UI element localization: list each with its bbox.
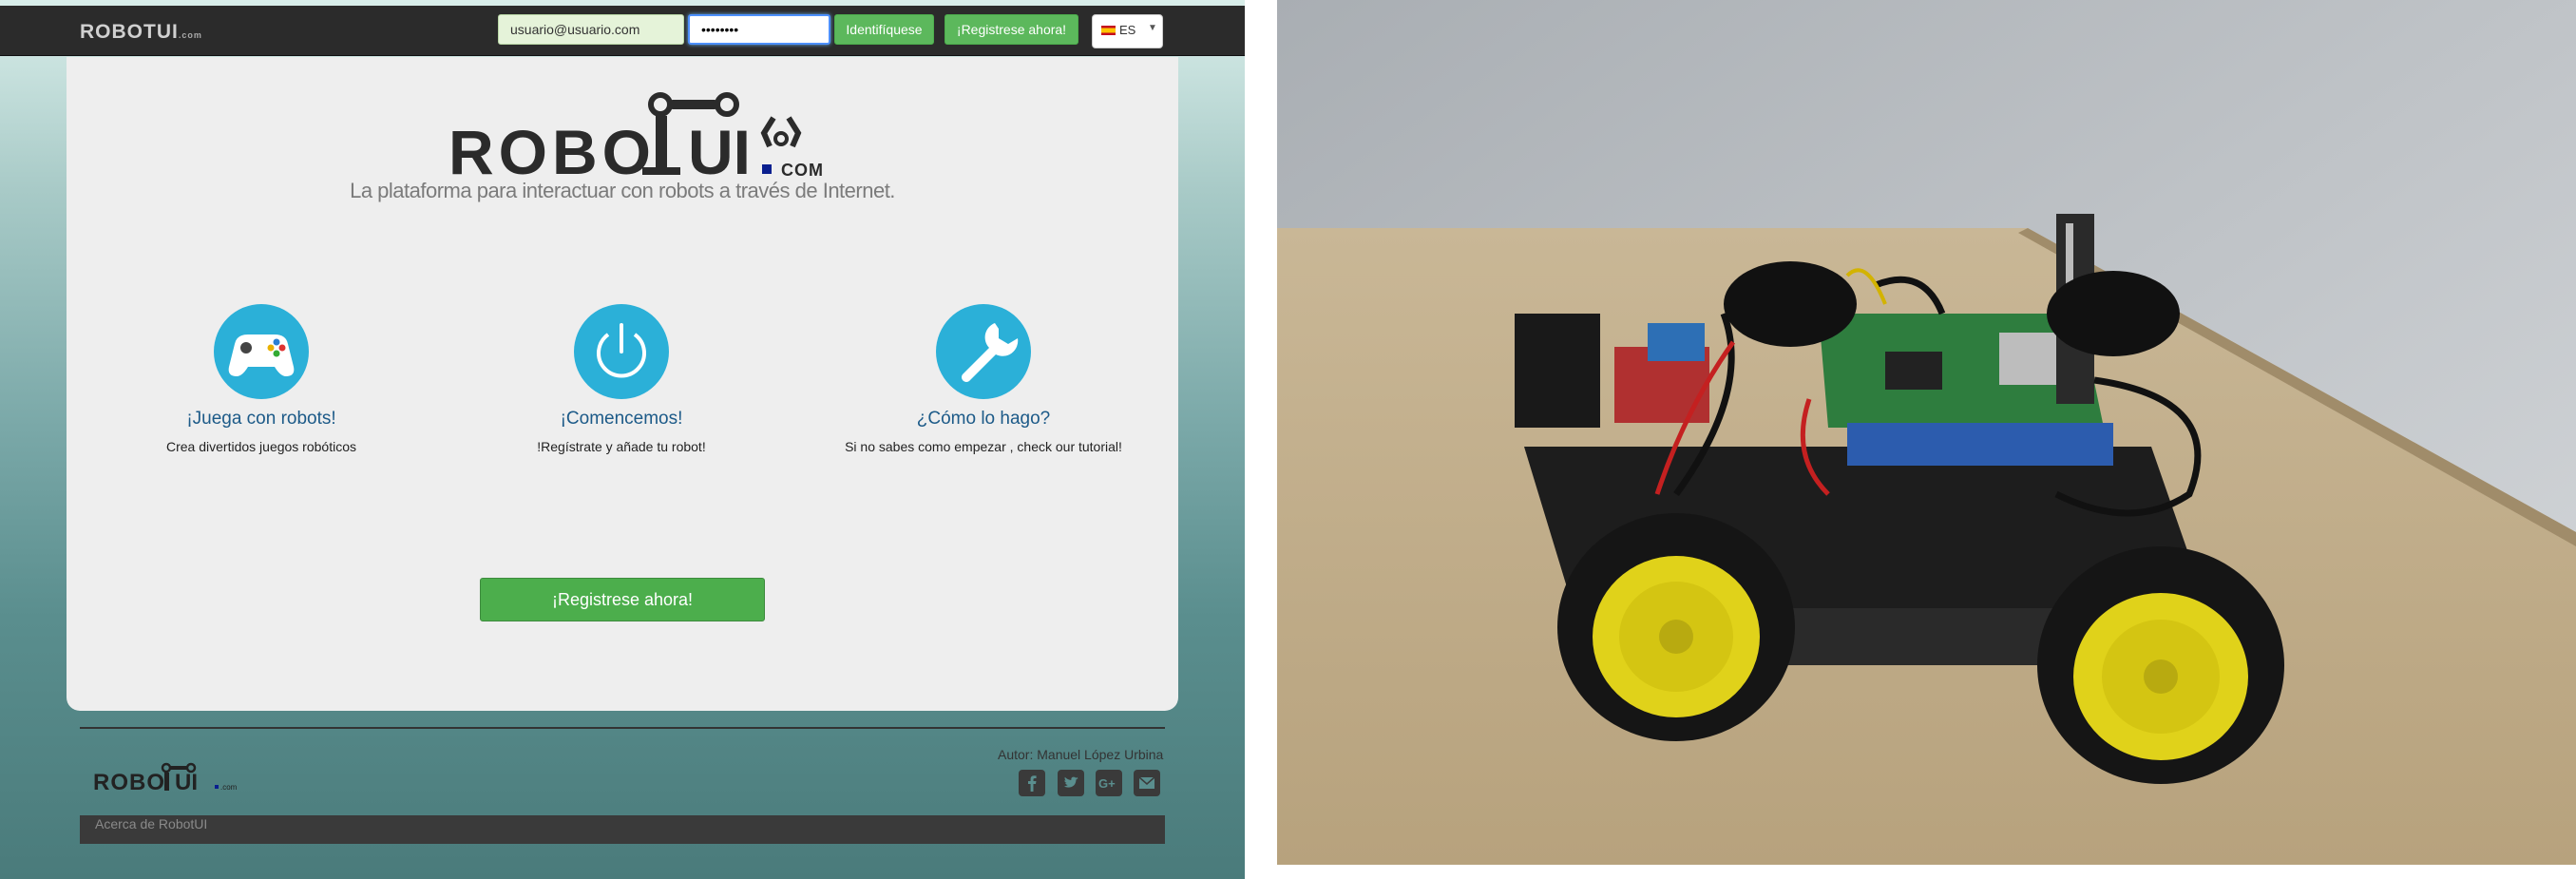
feature-title[interactable]: ¡Juega con robots! [109, 409, 413, 430]
logo-suffix: COM [781, 161, 824, 180]
google-plus-icon[interactable]: G+ [1096, 770, 1122, 796]
robot-car-photo [1277, 0, 2576, 865]
about-bar: Acerca de RobotUI [80, 815, 1165, 844]
email-field[interactable] [498, 14, 684, 45]
top-navbar: ROBOTUI.com Identifíquese ¡Registrese ah… [0, 6, 1245, 56]
facebook-icon[interactable] [1019, 770, 1045, 796]
feature-description: Crea divertidos juegos robóticos [166, 439, 356, 454]
svg-text:UI: UI [175, 770, 198, 795]
spain-flag-icon [1101, 26, 1116, 35]
about-link[interactable]: Acerca de RobotUI [95, 816, 207, 831]
main-panel: ROBO UI COM La plataforma para interactu… [67, 57, 1178, 711]
feature-description: Si no sabes como empezar , check our tut… [845, 439, 1122, 454]
brand-suffix: .com [178, 30, 202, 40]
feature-title[interactable]: ¡Comencemos! [469, 409, 773, 430]
feature-title[interactable]: ¿Cómo lo hago? [831, 409, 1135, 430]
svg-text:ROBO: ROBO [93, 770, 165, 795]
language-selector[interactable]: ES ▼ [1092, 14, 1163, 48]
brand-text: ROBOTUI [80, 21, 179, 43]
footer-divider [80, 727, 1165, 729]
register-nav-button[interactable]: ¡Registrese ahora! [945, 14, 1078, 45]
password-field[interactable] [688, 14, 830, 45]
mail-icon[interactable] [1134, 770, 1160, 796]
chevron-down-icon: ▼ [1148, 23, 1157, 33]
svg-text:ROBO: ROBO [448, 117, 656, 187]
feature-play-robots: ¡Juega con robots! Crea divertidos juego… [109, 304, 413, 454]
twitter-icon[interactable] [1058, 770, 1084, 796]
author-credit: Autor: Manuel López Urbina [998, 747, 1164, 762]
gamepad-icon[interactable] [214, 304, 309, 399]
svg-text:G+: G+ [1098, 776, 1116, 791]
power-icon[interactable] [574, 304, 669, 399]
svg-text:UI: UI [688, 117, 751, 187]
website-screenshot: ROBOTUI.com Identifíquese ¡Registrese ah… [0, 0, 1245, 879]
robotui-logo: ROBO UI COM [448, 92, 824, 187]
feature-how-to: ¿Cómo lo hago? Si no sabes como empezar … [831, 304, 1135, 454]
navbar-brand-logo[interactable]: ROBOTUI.com [80, 21, 202, 44]
footer-logo-suffix: .com [220, 783, 238, 792]
feature-description: !Regístrate y añade tu robot! [537, 439, 706, 454]
language-code: ES [1119, 23, 1136, 37]
login-button[interactable]: Identifíquese [834, 14, 934, 45]
wrench-icon[interactable] [936, 304, 1031, 399]
feature-get-started: ¡Comencemos! !Regístrate y añade tu robo… [469, 304, 773, 454]
tagline: La plataforma para interactuar con robot… [350, 179, 895, 202]
footer-logo[interactable]: ROBO UI .com [93, 760, 245, 798]
register-cta-button[interactable]: ¡Registrese ahora! [480, 578, 765, 621]
